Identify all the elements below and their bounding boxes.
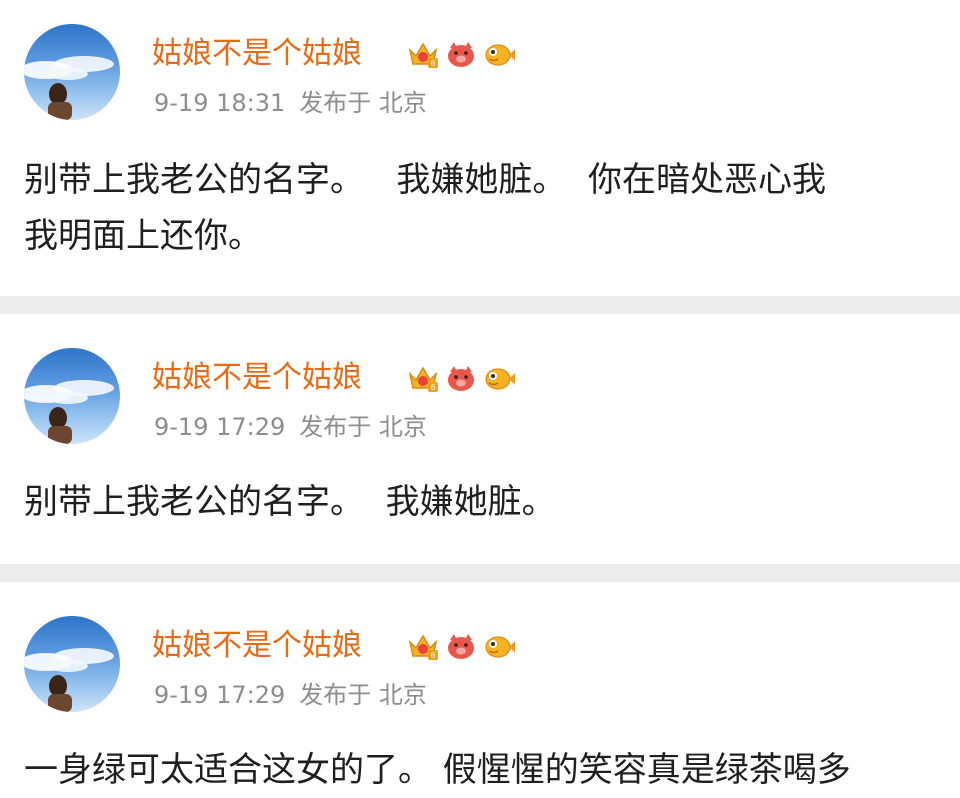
location-prefix: 发布于: [299, 413, 372, 441]
avatar[interactable]: [24, 616, 120, 712]
pig-icon[interactable]: [444, 362, 478, 394]
username[interactable]: 姑娘不是个姑娘: [152, 36, 362, 72]
post-location: 北京: [378, 89, 427, 117]
avatar-image: [24, 380, 114, 444]
post-divider: [0, 564, 960, 582]
user-badges: 6: [406, 630, 516, 662]
post-content: 一身绿可太适合这女的了。 假惺惺的笑容真是绿茶喝多: [24, 742, 960, 798]
post-divider: [0, 296, 960, 314]
post-time: 9-19 17:29: [154, 681, 286, 709]
pig-icon[interactable]: [444, 38, 478, 70]
location-prefix: 发布于: [299, 681, 372, 709]
avatar[interactable]: [24, 348, 120, 444]
svg-text:6: 6: [430, 59, 435, 68]
pig-icon[interactable]: [444, 630, 478, 662]
post-time: 9-19 18:31: [154, 89, 286, 117]
content-line: 我明面上还你。: [24, 216, 262, 256]
crown-vip-icon[interactable]: 6: [406, 630, 440, 662]
post-content: 别带上我老公的名字。 我嫌她脏。 你在暗处恶心我 我明面上还你。: [24, 152, 936, 264]
post-card: 姑娘不是个姑娘 6: [0, 314, 960, 564]
post-location: 北京: [378, 413, 427, 441]
crown-vip-icon[interactable]: 6: [406, 38, 440, 70]
post-meta: 9-19 18:31 发布于 北京: [154, 88, 427, 118]
svg-text:6: 6: [430, 383, 435, 392]
content-line: 别带上我老公的名字。 我嫌她脏。 你在暗处恶心我: [24, 160, 827, 200]
post-meta: 9-19 17:29 发布于 北京: [154, 412, 427, 442]
post-card: 姑娘不是个姑娘 6: [0, 582, 960, 790]
avatar-image: [24, 648, 114, 712]
post-content: 别带上我老公的名字。 我嫌她脏。: [24, 474, 936, 530]
content-line: 一身绿可太适合这女的了。 假惺惺的笑容真是绿茶喝多: [24, 750, 851, 790]
username[interactable]: 姑娘不是个姑娘: [152, 628, 362, 664]
content-line: 别带上我老公的名字。 我嫌她脏。: [24, 482, 556, 522]
crown-vip-icon[interactable]: 6: [406, 362, 440, 394]
fish-icon[interactable]: [482, 362, 516, 394]
svg-text:6: 6: [430, 651, 435, 660]
post-meta: 9-19 17:29 发布于 北京: [154, 680, 427, 710]
fish-icon[interactable]: [482, 38, 516, 70]
post-location: 北京: [378, 681, 427, 709]
location-prefix: 发布于: [299, 89, 372, 117]
avatar[interactable]: [24, 24, 120, 120]
post-time: 9-19 17:29: [154, 413, 286, 441]
username[interactable]: 姑娘不是个姑娘: [152, 360, 362, 396]
post-card: 姑娘不是个姑娘 6: [0, 0, 960, 296]
user-badges: 6: [406, 38, 516, 70]
avatar-image: [24, 56, 114, 120]
fish-icon[interactable]: [482, 630, 516, 662]
user-badges: 6: [406, 362, 516, 394]
weibo-comment-feed: 姑娘不是个姑娘 6 9-19 18:31 发布于 北京 别带上我老公的名字。 我…: [0, 0, 960, 790]
